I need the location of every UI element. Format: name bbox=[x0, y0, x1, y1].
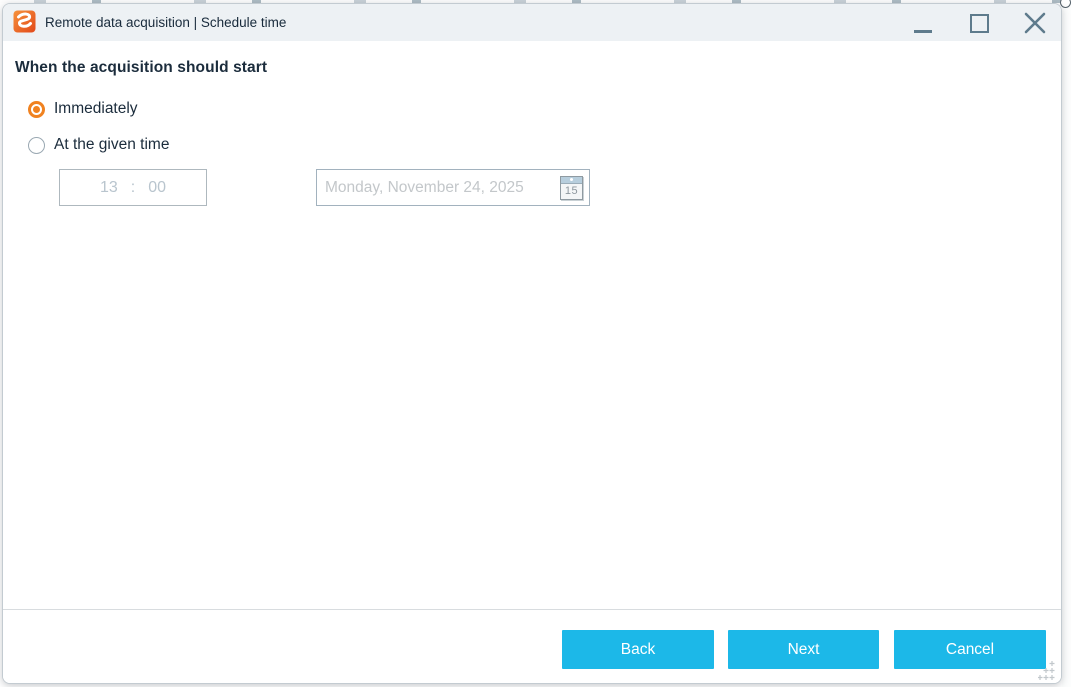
cancel-button[interactable]: Cancel bbox=[894, 630, 1046, 669]
dialog-window: Remote data acquisition | Schedule time … bbox=[2, 3, 1062, 684]
calendar-icon-dot bbox=[570, 178, 573, 181]
maximize-icon bbox=[969, 13, 989, 33]
calendar-icon-header bbox=[561, 176, 582, 184]
close-button[interactable] bbox=[1019, 7, 1051, 39]
radio-unselected-icon[interactable] bbox=[28, 136, 45, 154]
minimize-button[interactable] bbox=[907, 7, 939, 39]
maximize-button[interactable] bbox=[963, 7, 995, 39]
resize-grip[interactable] bbox=[1037, 660, 1058, 680]
time-hours-value[interactable]: 13 bbox=[100, 179, 118, 197]
back-button[interactable]: Back bbox=[562, 630, 714, 669]
next-button[interactable]: Next bbox=[728, 630, 879, 669]
minimize-icon bbox=[914, 29, 932, 33]
app-logo-icon bbox=[13, 10, 36, 33]
date-value[interactable]: Monday, November 24, 2025 bbox=[325, 179, 560, 197]
radio-option-immediately-label: Immediately bbox=[54, 100, 138, 117]
radio-selected-icon[interactable] bbox=[28, 100, 45, 118]
footer: Back Next Cancel bbox=[3, 609, 1061, 683]
time-separator: : bbox=[130, 178, 136, 196]
radio-option-at-given-time[interactable]: At the given time bbox=[28, 136, 169, 154]
date-picker-input[interactable]: Monday, November 24, 2025 15 bbox=[316, 169, 590, 206]
radio-option-immediately[interactable]: Immediately bbox=[28, 100, 138, 118]
titlebar[interactable]: Remote data acquisition | Schedule time bbox=[3, 4, 1061, 41]
background-window-sliver-right bbox=[1062, 0, 1071, 687]
window-title: Remote data acquisition | Schedule time bbox=[45, 15, 287, 30]
time-input[interactable]: 13 : 00 bbox=[59, 169, 207, 206]
radio-option-at-given-time-label: At the given time bbox=[54, 136, 170, 153]
calendar-icon[interactable]: 15 bbox=[560, 175, 583, 200]
page-title: When the acquisition should start bbox=[15, 59, 268, 76]
calendar-icon-day: 15 bbox=[564, 185, 579, 197]
close-icon bbox=[1024, 12, 1046, 34]
time-minutes-value[interactable]: 00 bbox=[148, 179, 166, 197]
